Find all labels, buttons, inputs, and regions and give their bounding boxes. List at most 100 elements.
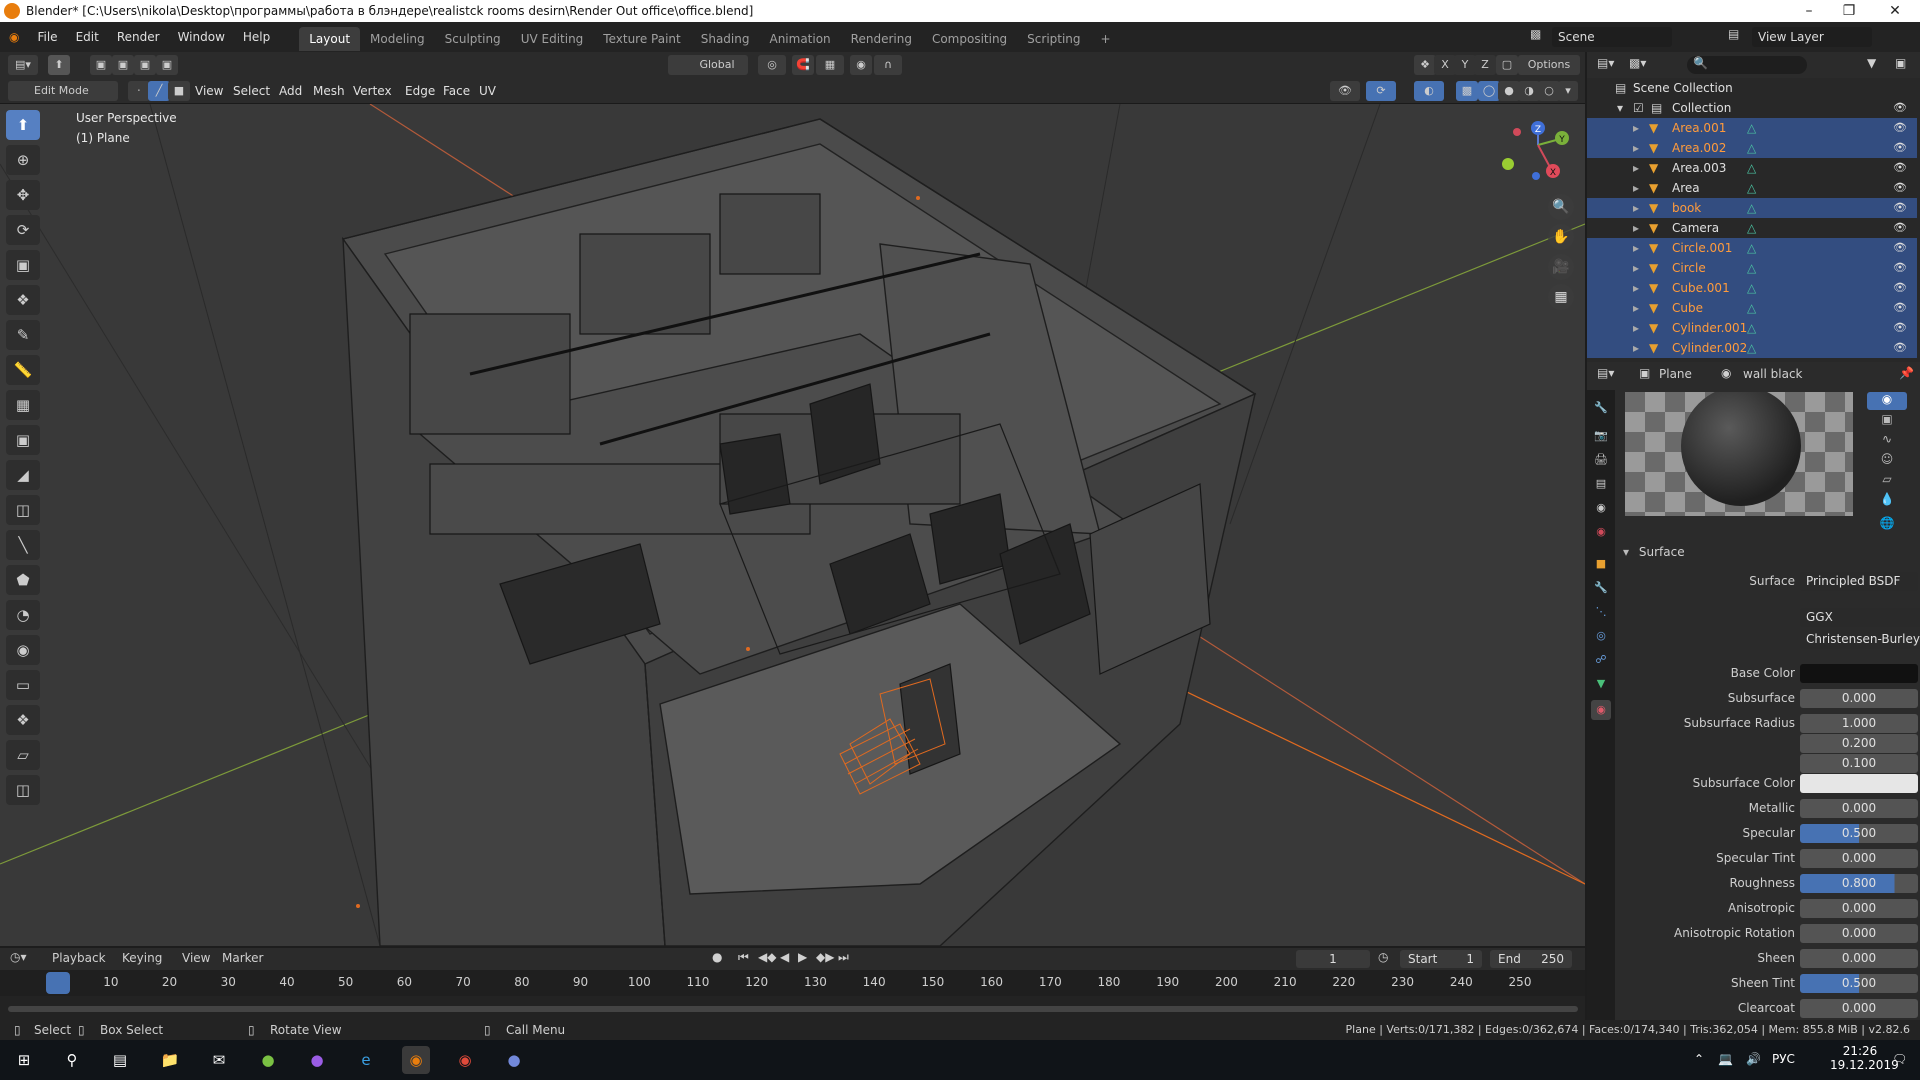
smooth-tool-icon[interactable]: ◉ (6, 635, 40, 665)
property-value-field[interactable]: 0.000 (1800, 689, 1918, 708)
rip-tool-icon[interactable]: ◫ (6, 775, 40, 805)
expand-arrow-icon[interactable]: ▸ (1633, 278, 1639, 298)
visibility-eye-icon[interactable]: 👁 (1893, 298, 1907, 318)
distribution-dropdown[interactable]: GGX (1800, 608, 1920, 627)
spin-tool-icon[interactable]: ◔ (6, 600, 40, 630)
property-value-field[interactable]: 0.000 (1800, 899, 1918, 918)
preview-cloth-icon[interactable]: ▱ (1867, 472, 1907, 490)
outliner-item[interactable]: ▸ ▼ Area.002 △ 👁 (1587, 138, 1917, 158)
shading-options-icon[interactable]: ▾ (1558, 81, 1578, 101)
property-value-field[interactable]: 0.000 (1800, 849, 1918, 868)
render-tab-icon[interactable]: 📷 (1591, 426, 1611, 446)
chrome-icon[interactable]: ◉ (451, 1046, 479, 1074)
editor-type-icon[interactable]: ▤▾ (8, 55, 38, 75)
scene-icon[interactable]: ▩ (1530, 27, 1550, 47)
loop-cut-tool-icon[interactable]: ◫ (6, 495, 40, 525)
view-layer-selector[interactable]: View Layer (1752, 27, 1872, 47)
add-workspace-icon[interactable]: + (1091, 27, 1121, 51)
property-value-field[interactable]: 0.100 (1800, 754, 1918, 773)
snap-target-icon[interactable]: ▦ (816, 55, 844, 75)
color-swatch[interactable] (1800, 664, 1918, 683)
property-value-field[interactable]: 0.800 (1800, 874, 1918, 893)
start-frame-field[interactable]: Start 1 (1400, 950, 1482, 968)
search-icon[interactable]: ⚲ (58, 1046, 86, 1074)
expand-arrow-icon[interactable]: ▸ (1633, 138, 1639, 158)
modifier-tab-icon[interactable]: 🔧 (1591, 578, 1611, 598)
material-tab-icon[interactable]: ◉ (1591, 700, 1611, 720)
outliner-item[interactable]: ▸ ▼ Area.001 △ 👁 (1587, 118, 1917, 138)
transform-tool-icon[interactable]: ❖ (6, 285, 40, 315)
inset-tool-icon[interactable]: ▣ (6, 425, 40, 455)
tab-scripting[interactable]: Scripting (1017, 27, 1090, 51)
filter-icon[interactable]: ▼ (1867, 56, 1876, 70)
object-data-icon[interactable]: △ (1747, 158, 1756, 178)
object-data-icon[interactable]: △ (1747, 338, 1756, 358)
outliner-item[interactable]: ▸ ▼ Cube △ 👁 (1587, 298, 1917, 318)
edge-browser-icon[interactable]: e (352, 1046, 380, 1074)
rotate-tool-icon[interactable]: ⟳ (6, 215, 40, 245)
discord-icon[interactable]: ● (500, 1046, 528, 1074)
timeline-editor-type-icon[interactable]: ◷▾ (10, 950, 27, 964)
visibility-eye-icon[interactable]: 👁 (1893, 118, 1907, 138)
poly-build-tool-icon[interactable]: ⬟ (6, 565, 40, 595)
expand-arrow-icon[interactable]: ▸ (1633, 258, 1639, 278)
zoom-icon[interactable]: 🔍 (1548, 194, 1574, 220)
options-dropdown[interactable]: Options (1518, 55, 1580, 75)
overlays-icon[interactable]: ◐ (1414, 81, 1444, 101)
shear-tool-icon[interactable]: ▱ (6, 740, 40, 770)
3d-viewport[interactable]: Z Y X (0, 104, 1585, 946)
preview-sphere-icon[interactable]: ◉ (1867, 392, 1907, 410)
outliner-item[interactable]: ▸ ▼ Area △ 👁 (1587, 178, 1917, 198)
xray-icon[interactable]: ▩ (1456, 81, 1478, 101)
axis-x-toggle[interactable]: X (1434, 55, 1456, 75)
object-data-icon[interactable]: △ (1747, 198, 1756, 218)
volume-icon[interactable]: 🔊 (1746, 1052, 1761, 1066)
file-explorer-icon[interactable]: 📁 (156, 1046, 184, 1074)
expand-arrow-icon[interactable]: ▸ (1633, 318, 1639, 338)
menu-vertex[interactable]: Vertex (344, 78, 401, 104)
solid-shading-icon[interactable]: ● (1498, 81, 1520, 101)
blender-taskbar-icon[interactable]: ◉ (402, 1046, 430, 1074)
camera-view-icon[interactable]: 🎥 (1548, 254, 1574, 280)
mirror-icon[interactable]: ❖ (1414, 55, 1436, 75)
property-value-field[interactable]: 0.000 (1800, 799, 1918, 818)
menu-marker[interactable]: Marker (222, 951, 263, 965)
properties-editor-type-icon[interactable]: ▤▾ (1597, 366, 1614, 380)
material-shading-icon[interactable]: ◑ (1518, 81, 1540, 101)
pin-icon[interactable]: 📌 (1899, 366, 1914, 380)
tab-uv-editing[interactable]: UV Editing (511, 27, 594, 51)
axis-z-toggle[interactable]: Z (1474, 55, 1496, 75)
mesh-data-tab-icon[interactable]: ▼ (1591, 674, 1611, 694)
display-mode-icon[interactable]: ▩▾ (1629, 56, 1646, 70)
snap-icon[interactable]: 🧲 (792, 55, 814, 75)
play-reverse-icon[interactable]: ◀ (780, 950, 789, 964)
outliner-item[interactable]: ▸ ▼ Area.003 △ 👁 (1587, 158, 1917, 178)
expand-arrow-icon[interactable]: ▸ (1633, 238, 1639, 258)
property-value-field[interactable]: 0.500 (1800, 824, 1918, 843)
surface-panel-header[interactable]: ▾ Surface (1623, 545, 1913, 567)
annotate-tool-icon[interactable]: ✎ (6, 320, 40, 350)
edge-slide-tool-icon[interactable]: ▭ (6, 670, 40, 700)
menu-window[interactable]: Window (169, 22, 234, 52)
visibility-eye-icon[interactable]: 👁 (1893, 138, 1907, 158)
property-value-field[interactable]: 0.200 (1800, 734, 1918, 753)
select-mode-new-icon[interactable]: ▣ (90, 55, 112, 75)
outliner-item[interactable]: ▸ ▼ Circle.001 △ 👁 (1587, 238, 1917, 258)
object-data-icon[interactable]: △ (1747, 178, 1756, 198)
edge-select-icon[interactable]: ╱ (148, 81, 170, 101)
view-object-types-icon[interactable]: 👁 (1330, 81, 1360, 101)
utorrent-icon[interactable]: ● (254, 1046, 282, 1074)
property-value-field[interactable]: 0.000 (1800, 949, 1918, 968)
preview-monkey-icon[interactable]: ☺ (1867, 452, 1907, 470)
tab-compositing[interactable]: Compositing (922, 27, 1017, 51)
object-data-icon[interactable]: △ (1747, 138, 1756, 158)
object-data-icon[interactable]: △ (1747, 298, 1756, 318)
object-tab-icon[interactable]: ■ (1591, 554, 1611, 574)
expand-arrow-icon[interactable]: ▸ (1633, 298, 1639, 318)
preview-cube-icon[interactable]: ▣ (1867, 412, 1907, 430)
view-layer-icon[interactable]: ▤ (1728, 27, 1748, 47)
visibility-eye-icon[interactable]: 👁 (1893, 198, 1907, 218)
visibility-eye-icon[interactable]: 👁 (1893, 218, 1907, 238)
select-box-tool-icon[interactable]: ⬆ (6, 110, 40, 140)
expand-arrow-icon[interactable]: ▸ (1633, 178, 1639, 198)
